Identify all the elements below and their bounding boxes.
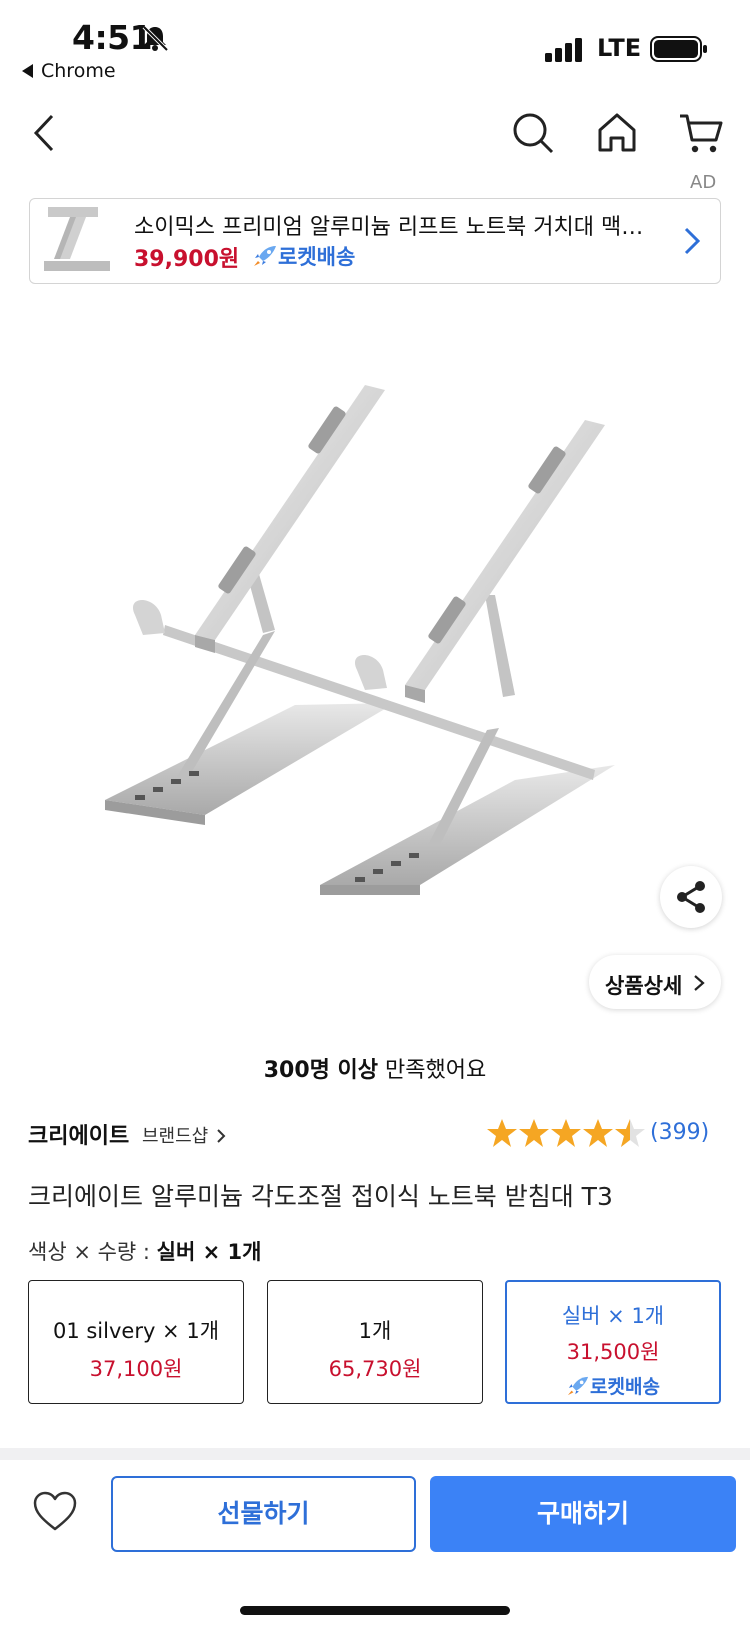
cart-icon[interactable] xyxy=(676,108,726,158)
back-triangle-icon xyxy=(22,64,33,78)
home-icon[interactable] xyxy=(592,108,642,158)
product-image[interactable] xyxy=(95,385,635,945)
chevron-left-icon[interactable] xyxy=(22,108,72,158)
signal-icon xyxy=(545,38,582,62)
brand-shop-link[interactable]: 브랜드샵 xyxy=(142,1122,226,1148)
brand-shop-label: 브랜드샵 xyxy=(142,1126,209,1147)
share-button[interactable] xyxy=(660,866,722,928)
option-name: 1개 xyxy=(358,1319,392,1343)
ad-label: AD xyxy=(690,172,717,193)
back-app-label: Chrome xyxy=(41,60,116,82)
top-nav xyxy=(0,100,750,180)
option-label-prefix: 색상 × 수량 : xyxy=(28,1240,157,1264)
status-bar: 4:51 Chrome LTE xyxy=(0,0,750,90)
muted-bell-icon xyxy=(142,25,169,52)
rating-stars[interactable] xyxy=(486,1117,646,1149)
star-full-icon xyxy=(519,1119,549,1147)
ad-price: 39,900원 xyxy=(134,247,240,272)
option-price: 37,100원 xyxy=(89,1357,183,1381)
buy-button[interactable]: 구매하기 xyxy=(430,1476,736,1552)
option-rocket-label: 로켓배송 xyxy=(590,1376,660,1398)
home-indicator xyxy=(240,1606,510,1615)
share-icon xyxy=(677,881,705,913)
option-name: 실버 × 1개 xyxy=(561,1304,665,1328)
star-half-icon xyxy=(615,1119,645,1147)
option-price: 65,730원 xyxy=(328,1357,422,1381)
rocket-icon xyxy=(567,1376,589,1396)
gift-button[interactable]: 선물하기 xyxy=(111,1476,416,1552)
satisfaction-text: 만족했어요 xyxy=(378,1058,487,1083)
ad-rocket-delivery: 로켓배송 xyxy=(252,241,355,271)
rocket-icon xyxy=(254,246,276,266)
section-divider xyxy=(0,1448,750,1460)
star-full-icon xyxy=(551,1119,581,1147)
option-rocket-delivery: 로켓배송 xyxy=(507,1372,719,1399)
search-icon[interactable] xyxy=(508,108,558,158)
product-detail-label: 상품상세 xyxy=(605,974,683,998)
chevron-right-icon xyxy=(684,227,701,255)
product-detail-button[interactable]: 상품상세 xyxy=(589,955,721,1009)
bottom-action-bar: 선물하기 구매하기 xyxy=(0,1460,750,1626)
star-full-icon xyxy=(487,1119,517,1147)
rating-count[interactable]: (399) xyxy=(650,1120,709,1145)
option-price: 31,500원 xyxy=(566,1340,660,1364)
ad-title: 소이믹스 프리미엄 알루미늄 리프트 노트북 거치대 맥북 스탠드 xyxy=(134,215,654,240)
ad-banner[interactable]: 소이믹스 프리미엄 알루미늄 리프트 노트북 거치대 맥북 스탠드 39,900… xyxy=(29,198,721,284)
option-card-selected[interactable]: 실버 × 1개 31,500원 로켓배송 xyxy=(505,1280,721,1404)
battery-icon xyxy=(650,36,707,62)
product-title: 크리에이트 알루미늄 각도조절 접이식 노트북 받침대 T3 xyxy=(28,1182,613,1211)
chevron-right-icon xyxy=(217,1129,226,1143)
star-full-icon xyxy=(583,1119,613,1147)
option-card[interactable]: 01 silvery × 1개 37,100원 xyxy=(28,1280,244,1404)
brand-name[interactable]: 크리에이트 xyxy=(28,1118,129,1150)
ad-rocket-label: 로켓배송 xyxy=(278,245,356,269)
network-type: LTE xyxy=(597,34,642,62)
satisfaction-summary: 300명 이상 만족했어요 xyxy=(0,1052,750,1084)
back-to-app[interactable]: Chrome xyxy=(22,60,116,82)
heart-icon[interactable] xyxy=(32,1490,78,1532)
option-name: 01 silvery × 1개 xyxy=(52,1319,220,1343)
option-label: 색상 × 수량 : 실버 × 1개 xyxy=(28,1236,261,1266)
ad-product-thumbnail xyxy=(44,207,110,271)
satisfaction-count: 300명 이상 xyxy=(263,1058,379,1083)
option-card[interactable]: 1개 65,730원 xyxy=(267,1280,483,1404)
option-label-selected: 실버 × 1개 xyxy=(156,1240,262,1264)
chevron-right-icon xyxy=(694,975,705,991)
